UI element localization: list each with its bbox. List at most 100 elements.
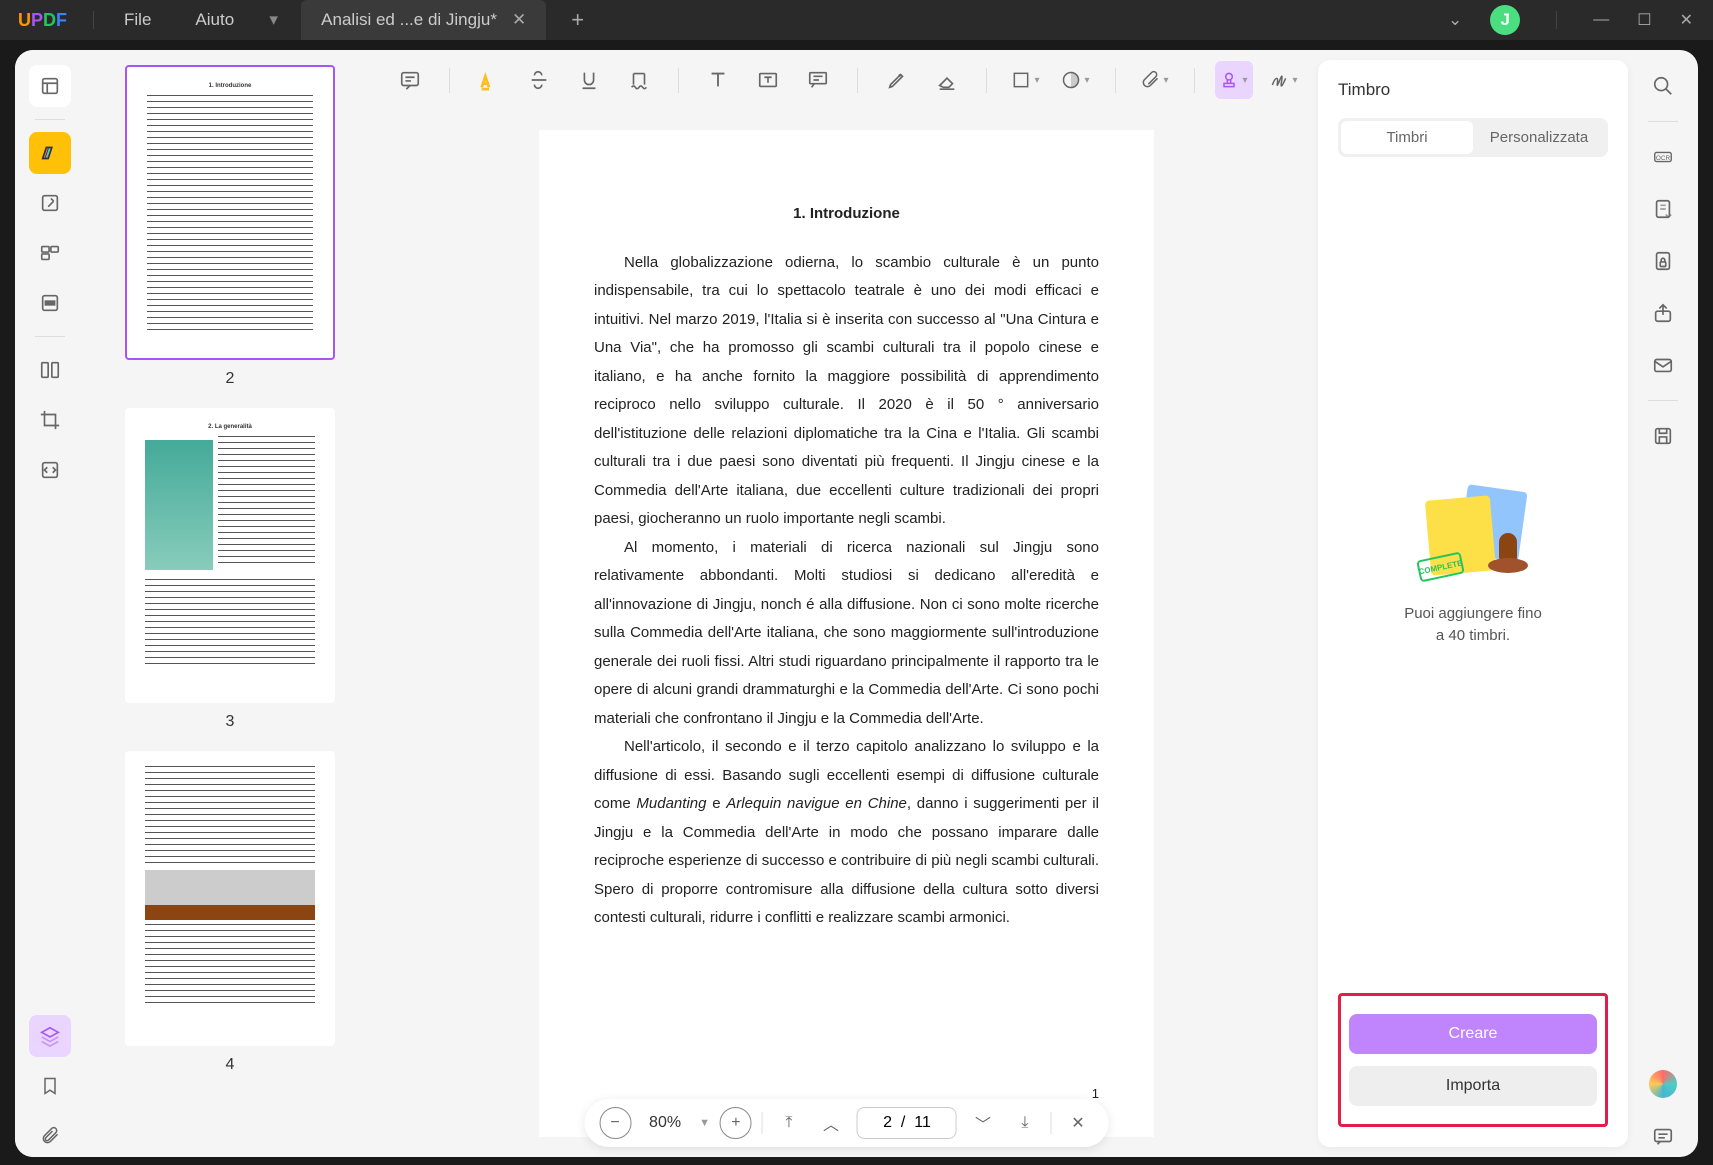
- page-controls: − 80% ▼ + ⤒ ︿ 2 / 11 ﹀ ⤓ ✕: [584, 1099, 1109, 1147]
- reader-mode-icon[interactable]: [29, 65, 71, 107]
- separator: [1648, 121, 1678, 122]
- stamp-panel: Timbro Timbri Personalizzata COMPLETE Pu…: [1318, 60, 1628, 1147]
- page-input[interactable]: 2 / 11: [857, 1107, 957, 1139]
- chevron-down-icon[interactable]: ⌄: [1448, 10, 1462, 30]
- separator: [1115, 68, 1116, 93]
- separator: [986, 68, 987, 93]
- callout-tool-icon[interactable]: [799, 61, 837, 99]
- ai-assistant-icon[interactable]: [1642, 1063, 1684, 1105]
- document-tab[interactable]: Analisi ed ...e di Jingju* ✕: [301, 0, 546, 40]
- last-page-button[interactable]: ⤓: [1009, 1107, 1041, 1139]
- tab-dropdown-icon[interactable]: ▾: [256, 10, 291, 30]
- thumbnail-page-2[interactable]: 1. Introduzione 2: [115, 65, 345, 388]
- paragraph: Nella globalizzazione odierna, lo scambi…: [594, 249, 1099, 534]
- thumbnail-page-4[interactable]: 4: [115, 751, 345, 1074]
- organize-mode-icon[interactable]: [29, 232, 71, 274]
- ocr-icon[interactable]: OCR: [1642, 136, 1684, 178]
- import-button[interactable]: Importa: [1349, 1066, 1597, 1106]
- strikethrough-tool-icon[interactable]: [520, 61, 558, 99]
- separator: [1648, 400, 1678, 401]
- form-icon[interactable]: [1642, 188, 1684, 230]
- tab-stamps[interactable]: Timbri: [1341, 121, 1473, 154]
- new-tab-button[interactable]: +: [571, 7, 584, 33]
- zoom-out-button[interactable]: −: [599, 1107, 631, 1139]
- highlight-tool-icon[interactable]: [470, 61, 508, 99]
- squiggly-tool-icon[interactable]: [620, 61, 658, 99]
- email-icon[interactable]: [1642, 344, 1684, 386]
- separator: [93, 11, 94, 29]
- thumb-number: 4: [115, 1056, 345, 1074]
- app-logo: UPDF: [18, 10, 67, 31]
- shape-tool-icon[interactable]: ▾: [1007, 61, 1045, 99]
- redact-mode-icon[interactable]: [29, 282, 71, 324]
- next-page-button[interactable]: ﹀: [967, 1107, 999, 1139]
- textbox-tool-icon[interactable]: [749, 61, 787, 99]
- separator: [35, 119, 65, 120]
- minimize-button[interactable]: ―: [1593, 11, 1609, 29]
- annotation-toolbar: ▾ ▾ ▾ ▾ ▾: [375, 50, 1318, 110]
- close-tab-icon[interactable]: ✕: [512, 10, 526, 30]
- separator: [678, 68, 679, 93]
- stamp-tool-icon[interactable]: ▾: [1215, 61, 1253, 99]
- thumb-number: 3: [115, 713, 345, 731]
- search-icon[interactable]: [1642, 65, 1684, 107]
- zoom-level[interactable]: 80%: [641, 1114, 689, 1132]
- user-avatar[interactable]: J: [1490, 5, 1520, 35]
- comment-tool-icon[interactable]: [391, 61, 429, 99]
- left-sidebar: [15, 50, 85, 1157]
- eraser-tool-icon[interactable]: [928, 61, 966, 99]
- first-page-button[interactable]: ⤒: [773, 1107, 805, 1139]
- separator: [762, 1112, 763, 1134]
- thumb-title: 1. Introduzione: [147, 82, 313, 91]
- document-canvas[interactable]: 1. Introduzione Nella globalizzazione od…: [375, 110, 1318, 1157]
- highlighted-actions: Creare Importa: [1338, 993, 1608, 1127]
- thumbnail-panel: 1. Introduzione 2 2. La generalità 3 4: [85, 50, 375, 1157]
- stamp-mark: COMPLETE: [1416, 551, 1465, 582]
- thumb-title: 2. La generalità: [145, 423, 315, 432]
- separator: [1556, 11, 1557, 29]
- close-button[interactable]: ✕: [1680, 10, 1693, 30]
- protect-icon[interactable]: [1642, 240, 1684, 282]
- chat-icon[interactable]: [1642, 1115, 1684, 1157]
- menu-file[interactable]: File: [102, 10, 173, 30]
- separator: [1051, 1112, 1052, 1134]
- attach-tool-icon[interactable]: ▾: [1136, 61, 1174, 99]
- page-heading: 1. Introduzione: [594, 200, 1099, 229]
- separator: [1194, 68, 1195, 93]
- share-icon[interactable]: [1642, 292, 1684, 334]
- close-pager-button[interactable]: ✕: [1062, 1107, 1094, 1139]
- attachment-icon[interactable]: [29, 1115, 71, 1157]
- thumbnail-page-3[interactable]: 2. La generalità 3: [115, 408, 345, 731]
- signature-tool-icon[interactable]: ▾: [1265, 61, 1303, 99]
- document-page: 1. Introduzione Nella globalizzazione od…: [539, 130, 1154, 1137]
- crop-icon[interactable]: [29, 399, 71, 441]
- right-sidebar: OCR: [1628, 50, 1698, 1157]
- paragraph: Al momento, i materiali di ricerca nazio…: [594, 534, 1099, 734]
- separator: [35, 336, 65, 337]
- zoom-in-button[interactable]: +: [720, 1107, 752, 1139]
- create-button[interactable]: Creare: [1349, 1014, 1597, 1054]
- comment-mode-icon[interactable]: [29, 132, 71, 174]
- edit-mode-icon[interactable]: [29, 182, 71, 224]
- tab-title: Analisi ed ...e di Jingju*: [321, 10, 497, 30]
- compare-icon[interactable]: [29, 349, 71, 391]
- panel-tabs: Timbri Personalizzata: [1338, 118, 1608, 157]
- separator: [449, 68, 450, 93]
- zoom-dropdown-icon[interactable]: ▼: [699, 1117, 710, 1129]
- measure-tool-icon[interactable]: ▾: [1057, 61, 1095, 99]
- panel-title: Timbro: [1338, 80, 1608, 100]
- pencil-tool-icon[interactable]: [878, 61, 916, 99]
- bookmark-icon[interactable]: [29, 1065, 71, 1107]
- text-tool-icon[interactable]: [699, 61, 737, 99]
- underline-tool-icon[interactable]: [570, 61, 608, 99]
- tab-custom[interactable]: Personalizzata: [1473, 121, 1605, 154]
- maximize-button[interactable]: ☐: [1637, 10, 1651, 30]
- convert-icon[interactable]: [29, 449, 71, 491]
- save-icon[interactable]: [1642, 415, 1684, 457]
- menu-help[interactable]: Aiuto: [173, 10, 256, 30]
- panel-hint: Puoi aggiungere finoa 40 timbri.: [1404, 603, 1542, 648]
- thumb-number: 2: [115, 370, 345, 388]
- svg-text:OCR: OCR: [1656, 155, 1671, 162]
- layers-icon[interactable]: [29, 1015, 71, 1057]
- prev-page-button[interactable]: ︿: [815, 1107, 847, 1139]
